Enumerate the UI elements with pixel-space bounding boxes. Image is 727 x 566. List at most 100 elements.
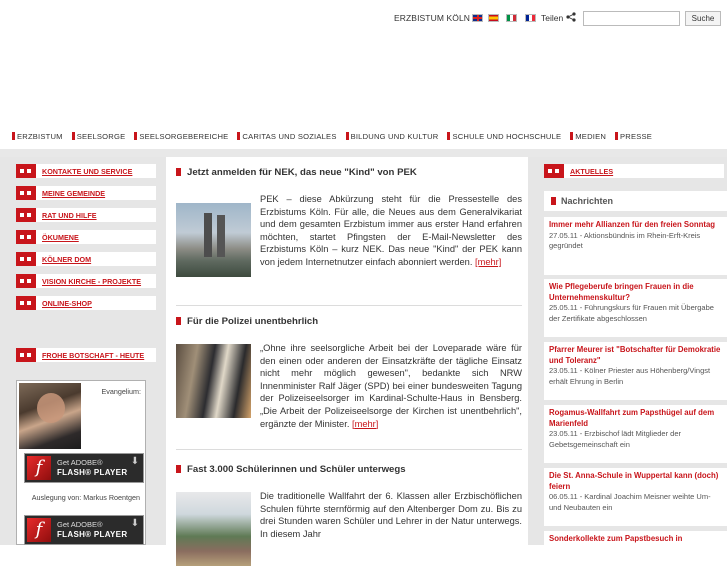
article-image-cathedral[interactable] [176, 203, 251, 277]
news-headline[interactable]: Immer mehr Allianzen für den freien Sonn… [549, 220, 722, 231]
article-divider [176, 305, 522, 306]
sidebar-item-label: ONLINE-SHOP [42, 298, 92, 308]
nav-marker-icon [615, 132, 619, 140]
news-headline[interactable]: Wie Pflegeberufe bringen Frauen in die U… [549, 282, 722, 303]
nav-divider-band [0, 149, 727, 157]
menu-marker-icon [16, 252, 36, 266]
nav-item-seelsorgebereiche[interactable]: SEELSORGEBEREICHE [134, 132, 228, 141]
frohe-botschaft-link[interactable]: FROHE BOTSCHAFT - HEUTE [16, 348, 156, 362]
nav-label: SEELSORGEBEREICHE [139, 131, 229, 141]
share-icon[interactable] [566, 12, 576, 22]
news-item: Pfarrer Meurer ist "Botschafter für Demo… [544, 342, 727, 400]
nav-label: MEDIEN [575, 131, 607, 141]
nav-item-presse[interactable]: PRESSE [615, 132, 652, 141]
article-divider [176, 449, 522, 450]
nav-item-caritas[interactable]: CARITAS UND SOZIALES [237, 132, 336, 141]
nav-item-medien[interactable]: MEDIEN [570, 132, 606, 141]
sidebar-item-online-shop[interactable]: ONLINE-SHOP [16, 296, 156, 310]
sidebar-item-oekumene[interactable]: ÖKUMENE [16, 230, 156, 244]
sidebar-item-label: RAT UND HILFE [42, 210, 97, 220]
news-title: Nachrichten [561, 196, 614, 206]
author-credit: Auslegung von: Markus Roentgen [31, 493, 140, 502]
nav-marker-icon [12, 132, 15, 140]
italy-flag-icon[interactable] [506, 14, 517, 22]
article-text: PEK – diese Abkürzung steht für die Pres… [260, 193, 522, 269]
flash-player-button[interactable]: f Get ADOBE® FLASH® PLAYER ⬇ [24, 453, 144, 483]
flash-get-label: Get ADOBE® [57, 458, 103, 467]
sidebar-item-label: KONTAKTE UND SERVICE [42, 166, 133, 176]
author-photo [19, 383, 81, 449]
nav-marker-icon [134, 132, 138, 140]
right-sidebar: AKTUELLES Nachrichten Immer mehr Allianz… [528, 157, 727, 545]
nav-item-bildung[interactable]: BILDUNG UND KULTUR [345, 131, 439, 141]
heading-marker-icon [176, 317, 181, 325]
gospel-box: Evangelium: f Get ADOBE® FLASH® PLAYER ⬇… [16, 380, 146, 545]
nav-marker-icon [570, 132, 574, 140]
news-headline[interactable]: Pfarrer Meurer ist "Botschafter für Demo… [549, 345, 722, 366]
more-link[interactable]: [mehr] [475, 257, 501, 267]
article-text-content: „Ohne ihre seelsorgliche Arbeit bei der … [260, 343, 522, 429]
sidebar-item-label: VISION KIRCHE - PROJEKTE [42, 276, 142, 286]
sidebar-item-label: KÖLNER DOM [42, 254, 92, 264]
article-image-police[interactable] [176, 344, 251, 418]
menu-marker-icon [544, 164, 564, 178]
evangelium-label: Evangelium: [101, 387, 141, 396]
heading-marker-icon [551, 197, 556, 205]
nav-item-schule[interactable]: SCHULE UND HOCHSCHULE [447, 132, 561, 141]
news-headline[interactable]: Sonderkollekte zum Papstbesuch in [549, 534, 722, 545]
news-item: Rogamus-Wallfahrt zum Papsthügel auf dem… [544, 405, 727, 463]
flash-logo-icon: f [27, 518, 51, 542]
flash-player-label: FLASH® PLAYER [57, 468, 128, 477]
nav-label: BILDUNG UND KULTUR [350, 131, 439, 141]
article: Jetzt anmelden für NEK, das neue "Kind" … [176, 165, 522, 277]
france-flag-icon[interactable] [525, 14, 536, 22]
article-header: Fast 3.000 Schülerinnen und Schüler unte… [176, 462, 522, 476]
sidebar-item-kontakte[interactable]: KONTAKTE UND SERVICE [16, 164, 156, 178]
article-text: Die traditionelle Wallfahrt der 6. Klass… [260, 490, 522, 540]
sidebar-item-label: MEINE GEMEINDE [42, 188, 106, 198]
article-header: Für die Polizei unentbehrlich [176, 314, 522, 328]
sidebar-item-gemeinde[interactable]: MEINE GEMEINDE [16, 186, 156, 200]
article-text-content: Die traditionelle Wallfahrt der 6. Klass… [260, 491, 522, 539]
article-title[interactable]: Jetzt anmelden für NEK, das neue "Kind" … [187, 167, 417, 178]
more-link[interactable]: [mehr] [352, 419, 378, 429]
menu-marker-icon [16, 164, 36, 178]
news-header: Nachrichten [544, 191, 727, 211]
news-detail: 23.05.11 - Erzbischof lädt Mitglieder de… [549, 429, 682, 449]
share-label[interactable]: Teilen [541, 13, 563, 23]
article: Fast 3.000 Schülerinnen und Schüler unte… [176, 462, 522, 566]
news-item: Wie Pflegeberufe bringen Frauen in die U… [544, 279, 727, 337]
top-bar: ERZBISTUM KÖLN Teilen Suche [0, 0, 727, 30]
nav-label: ERZBISTUM [17, 131, 63, 141]
nav-item-erzbistum[interactable]: ERZBISTUM [12, 132, 63, 141]
news-detail: 06.05.11 - Kardinal Joachim Meisner weih… [549, 492, 711, 512]
flash-logo-icon: f [27, 456, 51, 480]
nav-marker-icon [237, 132, 241, 140]
flash-player-button[interactable]: f Get ADOBE® FLASH® PLAYER ⬇ [24, 515, 144, 545]
nav-marker-icon [447, 132, 451, 140]
article-title[interactable]: Fast 3.000 Schülerinnen und Schüler unte… [187, 464, 406, 475]
site-label[interactable]: ERZBISTUM KÖLN [394, 13, 470, 23]
sidebar-item-vision-kirche[interactable]: VISION KIRCHE - PROJEKTE [16, 274, 156, 288]
news-detail: 23.05.11 - Kölner Priester aus Höhenberg… [549, 366, 711, 386]
article-image-students[interactable] [176, 492, 251, 566]
article-title[interactable]: Für die Polizei unentbehrlich [187, 316, 318, 327]
nav-label: SEELSORGE [76, 131, 126, 141]
aktuelles-label: AKTUELLES [570, 166, 614, 176]
nav-item-seelsorge[interactable]: SEELSORGE [71, 131, 126, 141]
news-headline[interactable]: Die St. Anna-Schule in Wuppertal kann (d… [549, 471, 722, 492]
news-headline[interactable]: Rogamus-Wallfahrt zum Papsthügel auf dem… [549, 408, 722, 429]
article-text: „Ohne ihre seelsorgliche Arbeit bei der … [260, 342, 522, 430]
main-nav: ERZBISTUM SEELSORGE SEELSORGEBEREICHE CA… [12, 129, 727, 143]
uk-flag-icon[interactable] [472, 14, 483, 22]
sidebar-item-koelner-dom[interactable]: KÖLNER DOM [16, 252, 156, 266]
flash-get-label: Get ADOBE® [57, 520, 103, 529]
spain-flag-icon[interactable] [488, 14, 499, 22]
search-button[interactable]: Suche [685, 11, 721, 26]
flash-player-label: FLASH® PLAYER [57, 530, 128, 539]
sidebar-item-rat-und-hilfe[interactable]: RAT UND HILFE [16, 208, 156, 222]
search-input[interactable] [583, 11, 680, 26]
news-detail: 25.05.11 - Führungskurs für Frauen mit Ü… [549, 303, 714, 323]
nav-label: CARITAS UND SOZIALES [242, 131, 337, 141]
aktuelles-link[interactable]: AKTUELLES [544, 164, 724, 178]
